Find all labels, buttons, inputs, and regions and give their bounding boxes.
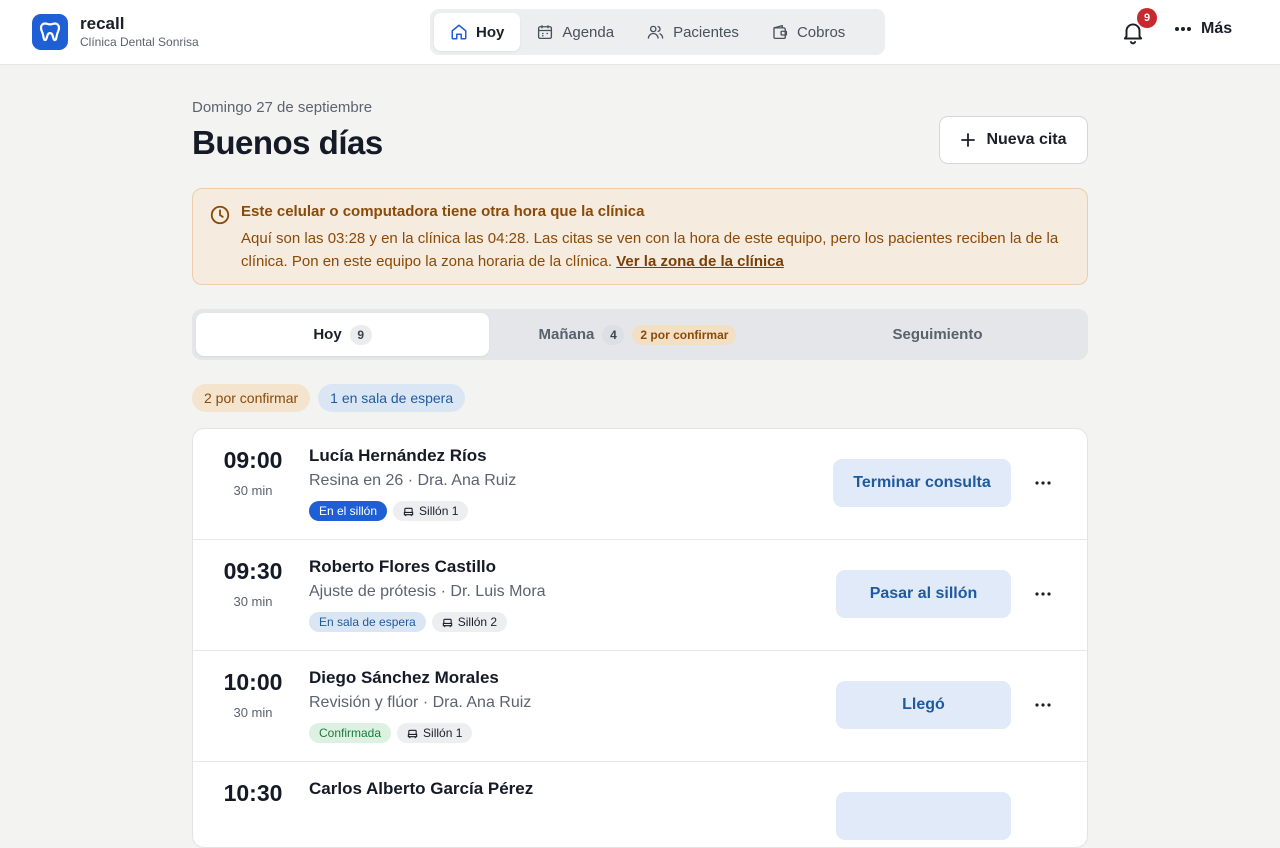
chair-icon — [407, 729, 418, 738]
clock-icon — [210, 205, 230, 225]
procedure-detail: Resina en 26 · Dra. Ana Ruiz — [309, 472, 517, 489]
nav-label: Pacientes — [673, 23, 739, 41]
procedure-detail: Ajuste de prótesis · Dr. Luis Mora — [309, 583, 546, 600]
users-icon — [647, 25, 664, 39]
nav-label: Cobros — [796, 23, 846, 41]
nav-label: Hoy — [476, 23, 505, 41]
current-date: Domingo 27 de septiembre — [192, 99, 373, 116]
appointment-duration: 30 min — [233, 705, 273, 720]
more-menu-button[interactable]: Más — [1174, 20, 1232, 38]
day-tabs: Hoy 9 Mañana 4 2 por confirmar Seguimien… — [192, 309, 1088, 360]
calendar-icon — [538, 25, 553, 40]
tab-label: Mañana — [538, 326, 595, 343]
appointment-row[interactable]: 09:00 30 min Lucía Hernández Ríos Resina… — [193, 429, 1087, 540]
plus-icon — [961, 133, 976, 147]
row-more-icon[interactable] — [1031, 584, 1055, 604]
appointment-duration: 30 min — [233, 594, 273, 609]
clinic-timezone-link[interactable]: Ver la zona de la clínica — [616, 253, 784, 270]
row-more-icon[interactable] — [1031, 695, 1055, 715]
brand[interactable]: recall Clínica Dental Sonrisa — [32, 14, 199, 50]
patient-name[interactable]: Lucía Hernández Ríos — [309, 446, 487, 466]
appointment-time: 09:30 — [223, 558, 283, 584]
procedure-detail: Revisión y flúor · Dra. Ana Ruiz — [309, 694, 532, 711]
pending-confirm-badge: 2 por confirmar — [632, 324, 737, 345]
top-bar: recall Clínica Dental Sonrisa Hoy Agenda… — [0, 0, 1280, 65]
filter-waiting-room[interactable]: 1 en sala de espera — [318, 384, 466, 412]
status-filters: 2 por confirmar 1 en sala de espera — [192, 384, 473, 412]
status-badge: En sala de espera — [309, 612, 426, 632]
tab-count: 4 — [602, 324, 625, 345]
appointment-duration: 30 min — [233, 483, 273, 498]
patient-name[interactable]: Roberto Flores Castillo — [309, 557, 496, 577]
chair-badge: Sillón 1 — [393, 501, 469, 521]
appointment-row[interactable]: 10:00 30 min Diego Sánchez Morales Revis… — [193, 651, 1087, 762]
page-title: Buenos días — [192, 124, 383, 161]
tab-count: 9 — [349, 324, 372, 345]
nav-item-cobros[interactable]: Cobros — [755, 13, 861, 51]
appointment-time: 10:00 — [223, 669, 283, 695]
finish-consultation-button[interactable]: Terminar consulta — [833, 459, 1011, 507]
new-appointment-label: Nueva cita — [986, 131, 1067, 148]
mark-arrived-button[interactable]: Llegó — [836, 681, 1011, 729]
alert-body: Aquí son las 03:28 y en la clínica las 0… — [241, 227, 1076, 273]
appointment-action-button[interactable] — [836, 792, 1011, 840]
row-more-icon[interactable] — [1031, 473, 1055, 493]
nav-item-agenda[interactable]: Agenda — [520, 13, 630, 51]
timezone-warning-banner: Este celular o computadora tiene otra ho… — [192, 188, 1088, 285]
patient-name[interactable]: Diego Sánchez Morales — [309, 668, 499, 688]
appointment-list: 09:00 30 min Lucía Hernández Ríos Resina… — [192, 428, 1088, 848]
app-name: recall — [80, 14, 125, 33]
appointment-time: 09:00 — [223, 447, 283, 473]
patient-name[interactable]: Carlos Alberto García Pérez — [309, 779, 533, 799]
appointment-row[interactable]: 10:30 Carlos Alberto García Pérez — [193, 762, 1087, 847]
chair-icon — [403, 507, 414, 516]
chair-badge: Sillón 2 — [431, 612, 508, 632]
chair-badge: Sillón 1 — [397, 723, 473, 743]
clinic-name: Clínica Dental Sonrisa — [80, 35, 199, 49]
main-nav: Hoy Agenda Pacientes Cobros — [430, 9, 885, 55]
nav-item-pacientes[interactable]: Pacientes — [630, 13, 755, 51]
tab-seguimiento[interactable]: Seguimiento — [791, 313, 1084, 356]
tab-label: Seguimiento — [892, 326, 983, 343]
nav-label: Agenda — [562, 23, 615, 41]
wallet-icon — [773, 24, 787, 40]
more-label: Más — [1201, 20, 1233, 37]
notification-count-badge: 9 — [1137, 8, 1157, 28]
home-icon — [451, 24, 467, 40]
status-badge: En el sillón — [309, 501, 388, 521]
more-icon — [1175, 27, 1191, 31]
nav-item-hoy[interactable]: Hoy — [434, 13, 521, 51]
appointment-time: 10:30 — [223, 780, 283, 806]
appointment-row[interactable]: 09:30 30 min Roberto Flores Castillo Aju… — [193, 540, 1087, 651]
chair-icon — [442, 618, 452, 627]
status-badge: Confirmada — [309, 723, 392, 743]
tab-manana[interactable]: Mañana 4 2 por confirmar — [491, 313, 784, 356]
tooth-icon — [32, 14, 68, 50]
filter-pending-confirmation[interactable]: 2 por confirmar — [192, 384, 311, 412]
alert-title: Este celular o computadora tiene otra ho… — [241, 203, 645, 220]
tab-label: Hoy — [313, 326, 342, 343]
move-to-chair-button[interactable]: Pasar al sillón — [836, 570, 1011, 618]
tab-hoy[interactable]: Hoy 9 — [196, 313, 489, 356]
new-appointment-button[interactable]: Nueva cita — [939, 116, 1088, 164]
